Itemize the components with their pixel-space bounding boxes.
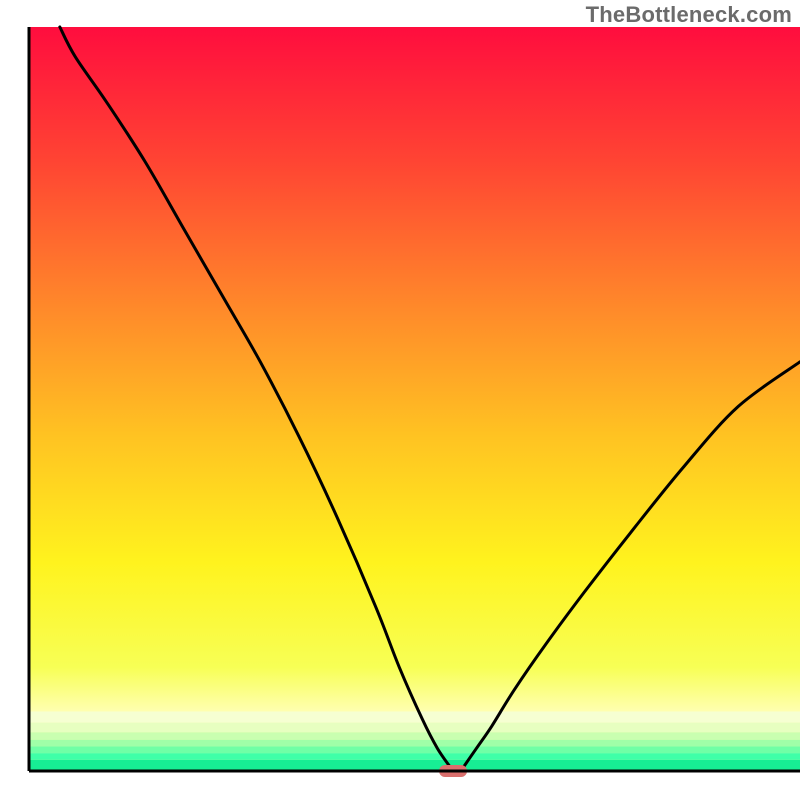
chart-svg bbox=[0, 0, 800, 800]
bottleneck-chart: TheBottleneck.com bbox=[0, 0, 800, 800]
bottom-band-row bbox=[29, 723, 800, 733]
bottom-band-row bbox=[29, 711, 800, 722]
plot-background bbox=[29, 27, 800, 771]
bottom-band-row bbox=[29, 753, 800, 760]
bottom-band-row bbox=[29, 760, 800, 771]
watermark-text: TheBottleneck.com bbox=[586, 2, 792, 28]
bottom-band-row bbox=[29, 740, 800, 747]
bottom-band-row bbox=[29, 746, 800, 753]
bottom-band-row bbox=[29, 732, 800, 739]
